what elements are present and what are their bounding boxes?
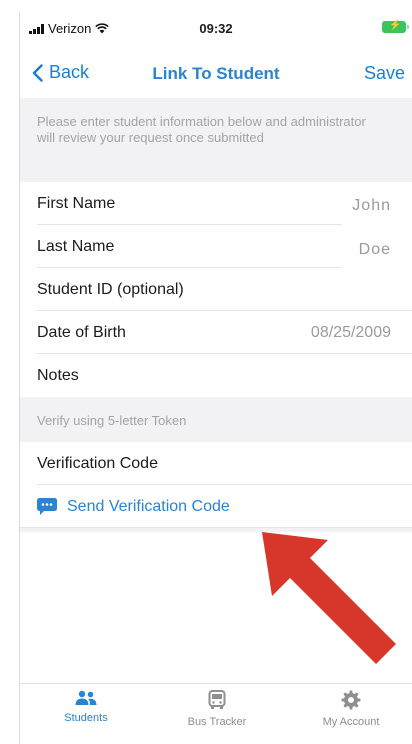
clock: 09:32 xyxy=(199,21,233,36)
intro-text: Please enter student information below a… xyxy=(37,114,366,145)
phone-frame: Verizon 09:32 ⚡ Back Link To Student Sav… xyxy=(0,0,412,744)
student-id-field[interactable]: Student ID (optional) xyxy=(20,268,412,311)
first-name-field[interactable]: First Name John xyxy=(20,182,412,225)
divider xyxy=(20,527,412,528)
student-info-group: First Name John Last Name Doe Student ID… xyxy=(20,182,412,397)
send-verification-code-button[interactable]: Send Verification Code xyxy=(20,485,412,528)
tab-my-account-label: My Account xyxy=(322,716,380,728)
verify-section-header: Verify using 5-letter Token xyxy=(37,413,187,428)
people-icon xyxy=(75,690,97,705)
verification-group: Verification Code Send Verification Code xyxy=(20,442,412,528)
bus-icon xyxy=(208,690,226,709)
battery-icon: ⚡ xyxy=(382,20,409,33)
navigation-bar: Back Link To Student Save xyxy=(20,52,412,96)
last-name-field[interactable]: Last Name Doe xyxy=(20,225,412,268)
tab-bus-tracker-label: Bus Tracker xyxy=(187,716,247,728)
save-button[interactable]: Save xyxy=(364,63,405,84)
notes-field[interactable]: Notes xyxy=(20,354,412,397)
send-verification-code-label: Send Verification Code xyxy=(67,497,230,515)
first-name-value[interactable]: John xyxy=(352,197,391,215)
notes-label: Notes xyxy=(37,366,79,384)
gear-icon xyxy=(341,690,361,710)
page-title: Link To Student xyxy=(152,64,280,83)
last-name-label: Last Name xyxy=(37,237,115,255)
first-name-label: First Name xyxy=(37,194,116,212)
tab-bus-tracker[interactable]: Bus Tracker xyxy=(167,690,267,728)
red-arrow-annotation xyxy=(262,532,396,664)
date-of-birth-label: Date of Birth xyxy=(37,323,126,341)
status-bar: Verizon 09:32 ⚡ xyxy=(20,12,412,42)
student-id-label: Student ID (optional) xyxy=(37,280,184,298)
verification-code-field[interactable]: Verification Code xyxy=(20,442,412,485)
app-screen: Verizon 09:32 ⚡ Back Link To Student Sav… xyxy=(19,12,412,744)
verification-code-label: Verification Code xyxy=(37,454,158,472)
last-name-value[interactable]: Doe xyxy=(359,241,391,259)
tab-my-account[interactable]: My Account xyxy=(301,690,401,728)
tab-students-label: Students xyxy=(64,712,108,724)
tab-students[interactable]: Students xyxy=(36,690,136,724)
tab-bar: Students Bus Tracker My Account xyxy=(20,683,412,744)
message-icon xyxy=(37,498,57,515)
date-of-birth-value[interactable]: 08/25/2009 xyxy=(311,324,391,342)
date-of-birth-field[interactable]: Date of Birth 08/25/2009 xyxy=(20,311,412,354)
